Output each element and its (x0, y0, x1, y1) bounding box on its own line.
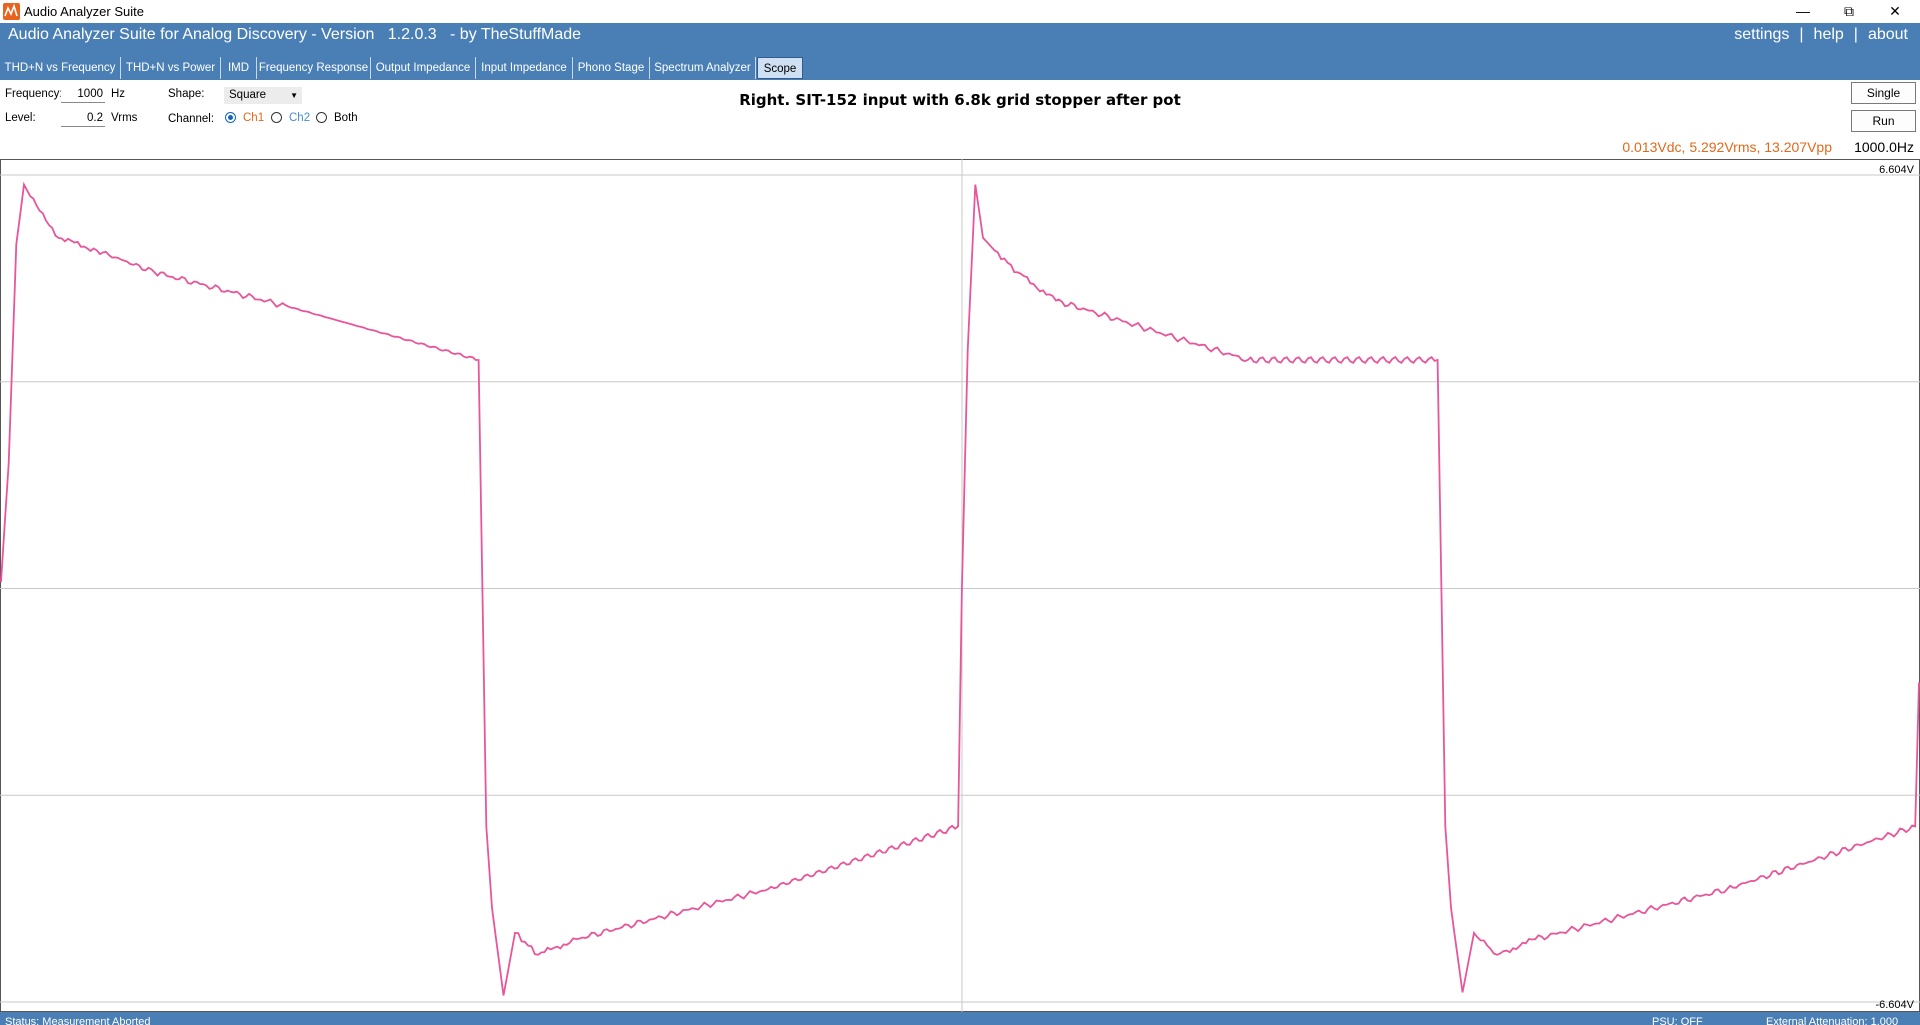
level-unit: Vrms (111, 112, 138, 124)
settings-link[interactable]: settings (1734, 26, 1789, 43)
psu-status: PSU: OFF (1652, 1016, 1703, 1025)
tab-thdn-vs-frequency[interactable]: THD+N vs Frequency (0, 57, 121, 79)
window-title: Audio Analyzer Suite (24, 4, 144, 19)
plot-frame (0, 159, 1920, 1012)
tab-input-impedance[interactable]: Input Impedance (476, 57, 573, 79)
y-max-label: 6.604V (1879, 164, 1915, 176)
level-input[interactable] (61, 110, 105, 127)
level-label: Level: (5, 112, 36, 124)
status-bar: Status: Measurement Aborted PSU: OFF Ext… (0, 1012, 1920, 1025)
tab-scope[interactable]: Scope (757, 57, 803, 79)
app-logo-icon (3, 3, 20, 20)
tab-bar: THD+N vs Frequency THD+N vs Power IMD Fr… (0, 47, 1920, 80)
about-link[interactable]: about (1868, 26, 1908, 43)
restore-button[interactable]: ⧉ (1826, 0, 1872, 23)
help-link[interactable]: help (1814, 26, 1844, 43)
close-button[interactable]: ✕ (1872, 0, 1918, 23)
y-min-label: -6.604V (1875, 999, 1914, 1011)
channel-both-radio[interactable] (316, 112, 327, 123)
attenuation-status: External Attenuation: 1.000 (1766, 1016, 1899, 1025)
app-header-title: Audio Analyzer Suite for Analog Discover… (8, 26, 582, 43)
channel-label: Channel: (168, 113, 215, 125)
status-text: Status: Measurement Aborted (5, 1016, 151, 1025)
channel-ch1-label[interactable]: Ch1 (243, 112, 264, 124)
channel-ch1-radio[interactable] (225, 112, 236, 123)
tab-frequency-response[interactable]: Frequency Response (257, 57, 371, 79)
header-links: settings | help | about (1734, 26, 1908, 44)
tab-output-impedance[interactable]: Output Impedance (371, 57, 476, 79)
run-button[interactable]: Run (1851, 110, 1916, 132)
single-button[interactable]: Single (1851, 82, 1916, 104)
header-separator: | (1799, 26, 1804, 43)
channel-ch2-radio[interactable] (271, 112, 282, 123)
tab-imd[interactable]: IMD (221, 57, 257, 79)
measurement-readout: 0.013Vdc, 5.292Vrms, 13.207Vpp (1622, 139, 1832, 155)
tab-thdn-vs-power[interactable]: THD+N vs Power (121, 57, 221, 79)
scope-plot: 6.604V -6.604V (0, 159, 1920, 1012)
channel-ch2-label[interactable]: Ch2 (289, 112, 310, 124)
header-separator: | (1853, 26, 1858, 43)
tab-spectrum-analyzer[interactable]: Spectrum Analyzer (650, 57, 756, 79)
tab-phono-stage[interactable]: Phono Stage (573, 57, 650, 79)
window-titlebar: Audio Analyzer Suite — ⧉ ✕ (0, 0, 1920, 23)
app-header: Audio Analyzer Suite for Analog Discover… (0, 23, 1920, 47)
minimize-button[interactable]: — (1780, 0, 1826, 23)
chart-title: Right. SIT-152 input with 6.8k grid stop… (739, 91, 1181, 109)
frequency-readout: 1000.0Hz (1854, 139, 1914, 155)
channel-both-label[interactable]: Both (334, 112, 358, 124)
